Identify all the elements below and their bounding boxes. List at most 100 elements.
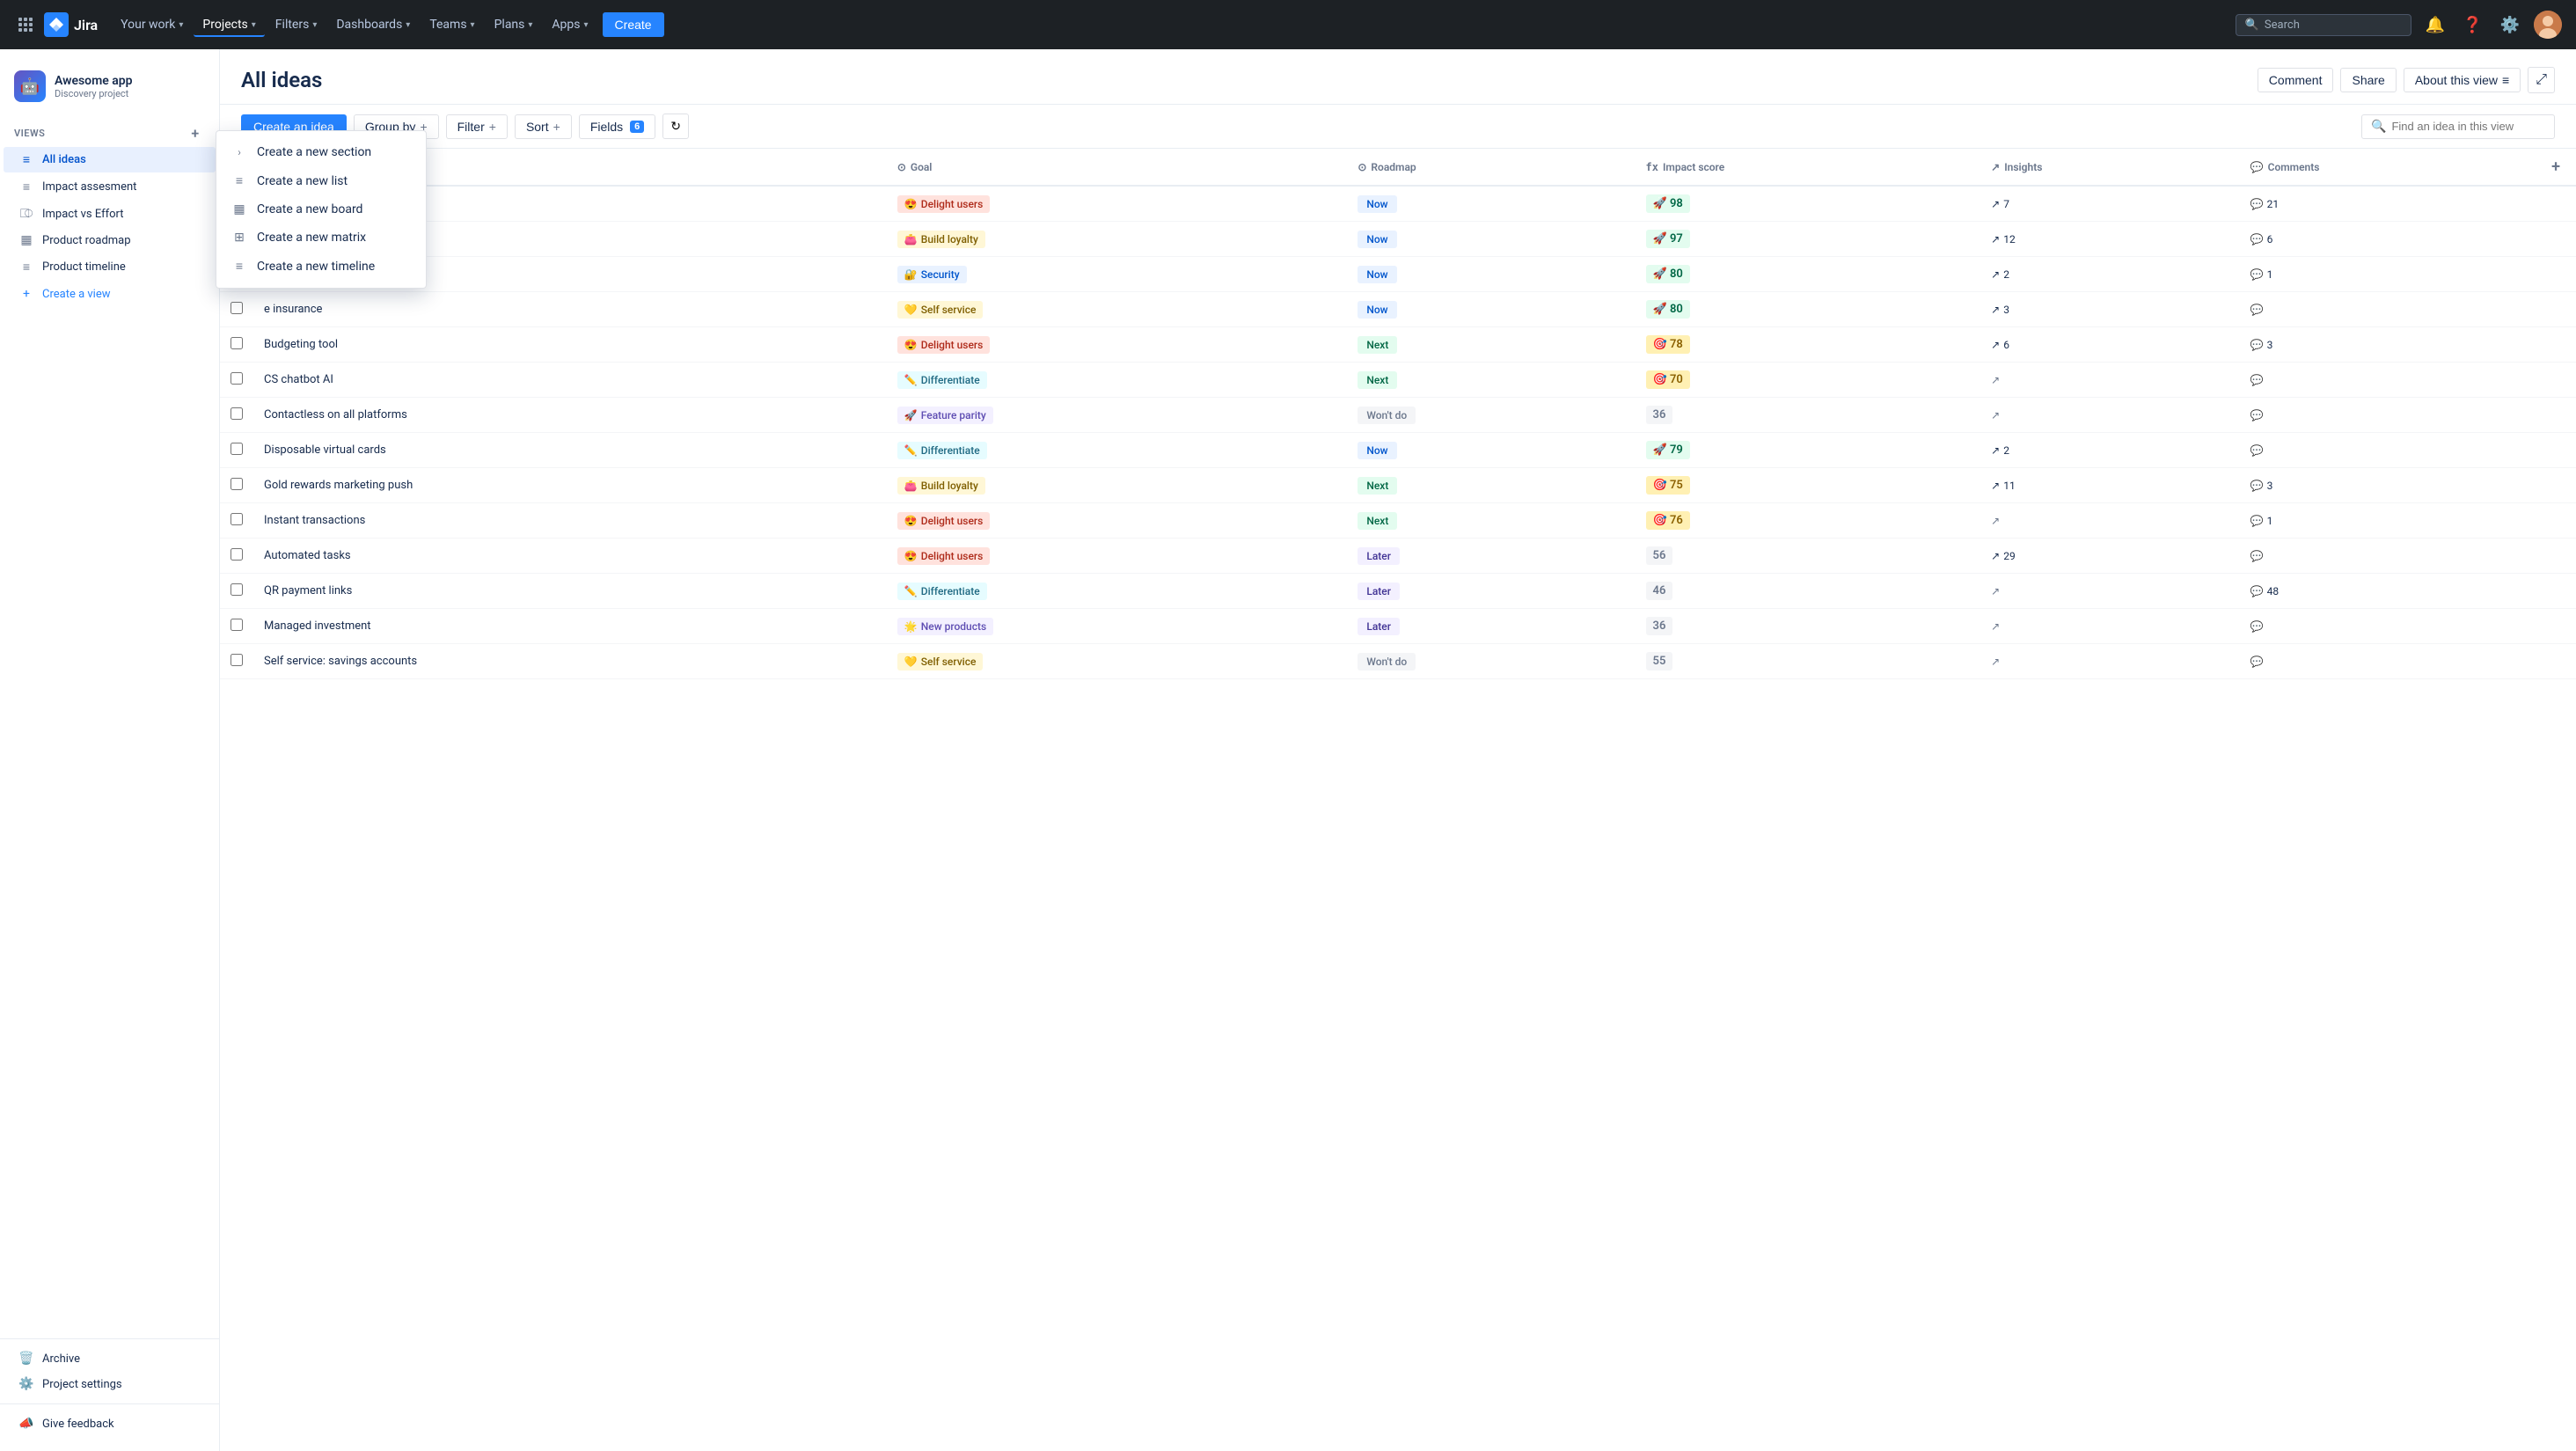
goal-badge[interactable]: ✏️ Differentiate	[897, 583, 987, 600]
row-idea[interactable]: Self service: savings accounts	[253, 644, 887, 679]
roadmap-badge[interactable]: Later	[1358, 547, 1400, 565]
fullscreen-button[interactable]: ⤢	[2528, 67, 2555, 93]
roadmap-badge[interactable]: Now	[1358, 231, 1396, 248]
comment-button[interactable]: Comment	[2258, 68, 2334, 92]
share-button[interactable]: Share	[2340, 68, 2396, 92]
sidebar-item-project-settings[interactable]: ⚙️ Project settings	[4, 1372, 216, 1396]
nav-dashboards[interactable]: Dashboards ▾	[327, 12, 419, 37]
sidebar-item-impact-effort[interactable]: ⎄ Impact vs Effort	[4, 202, 216, 226]
roadmap-badge[interactable]: Later	[1358, 618, 1400, 635]
app-grid-button[interactable]	[14, 13, 37, 36]
roadmap-badge[interactable]: Won't do	[1358, 653, 1416, 671]
roadmap-badge[interactable]: Next	[1358, 371, 1397, 389]
row-checkbox[interactable]	[231, 302, 243, 314]
impact-score-badge[interactable]: 36	[1646, 406, 1673, 424]
row-checkbox[interactable]	[231, 654, 243, 666]
row-idea[interactable]: Disposable virtual cards	[253, 433, 887, 468]
nav-your-work[interactable]: Your work ▾	[112, 12, 192, 37]
row-checkbox[interactable]	[231, 583, 243, 596]
user-avatar[interactable]	[2534, 11, 2562, 39]
row-checkbox[interactable]	[231, 407, 243, 420]
row-checkbox[interactable]	[231, 372, 243, 385]
roadmap-badge[interactable]: Next	[1358, 477, 1397, 495]
nav-apps[interactable]: Apps ▾	[543, 12, 596, 37]
roadmap-badge[interactable]: Now	[1358, 266, 1396, 283]
row-idea[interactable]: Contactless on all platforms	[253, 398, 887, 433]
goal-badge[interactable]: 😍 Delight users	[897, 195, 990, 213]
refresh-button[interactable]: ↻	[662, 114, 689, 139]
row-checkbox[interactable]	[231, 478, 243, 490]
about-view-button[interactable]: About this view ≡	[2404, 68, 2521, 92]
sidebar-item-product-timeline[interactable]: ≡ Product timeline	[4, 254, 216, 280]
goal-badge[interactable]: 👛 Build loyalty	[897, 477, 985, 495]
settings-icon[interactable]: ⚙️	[2497, 12, 2523, 38]
impact-score-badge[interactable]: 🚀 97	[1646, 230, 1690, 248]
fields-button[interactable]: Fields 6	[579, 114, 655, 139]
idea-search-input[interactable]	[2391, 120, 2545, 133]
roadmap-badge[interactable]: Now	[1358, 195, 1396, 213]
dropdown-item-section[interactable]: › Create a new section	[216, 138, 426, 166]
row-idea[interactable]: QR payment links	[253, 574, 887, 609]
roadmap-badge[interactable]: Next	[1358, 512, 1397, 530]
impact-score-badge[interactable]: 55	[1646, 652, 1673, 671]
row-idea[interactable]: Instant transactions	[253, 503, 887, 539]
goal-badge[interactable]: 👛 Build loyalty	[897, 231, 985, 248]
goal-badge[interactable]: ✏️ Differentiate	[897, 442, 987, 459]
row-checkbox[interactable]	[231, 337, 243, 349]
goal-badge[interactable]: 🔐 Security	[897, 266, 967, 283]
dropdown-item-list[interactable]: ≡ Create a new list	[216, 166, 426, 195]
jira-logo[interactable]: Jira	[44, 12, 98, 37]
add-column-icon[interactable]: +	[2546, 156, 2565, 178]
impact-score-badge[interactable]: 🚀 80	[1646, 300, 1690, 319]
sidebar-item-impact-assessment[interactable]: ≡ Impact assesment	[4, 174, 216, 200]
impact-score-badge[interactable]: 🎯 78	[1646, 335, 1690, 354]
sidebar-item-product-roadmap[interactable]: ▦ Product roadmap	[4, 228, 216, 253]
impact-score-badge[interactable]: 🚀 80	[1646, 265, 1690, 283]
row-checkbox[interactable]	[231, 443, 243, 455]
goal-badge[interactable]: 😍 Delight users	[897, 547, 990, 565]
row-checkbox[interactable]	[231, 513, 243, 525]
add-view-button[interactable]: +	[186, 123, 205, 143]
goal-badge[interactable]: 🚀 Feature parity	[897, 407, 993, 424]
goal-badge[interactable]: 🌟 New products	[897, 618, 993, 635]
create-button[interactable]: Create	[603, 12, 664, 37]
row-idea[interactable]: e insurance	[253, 292, 887, 327]
dropdown-item-board[interactable]: ▦ Create a new board	[216, 195, 426, 224]
roadmap-badge[interactable]: Now	[1358, 442, 1396, 459]
roadmap-badge[interactable]: Next	[1358, 336, 1397, 354]
sort-button[interactable]: Sort +	[515, 114, 572, 139]
idea-search-box[interactable]: 🔍	[2361, 114, 2555, 139]
nav-projects[interactable]: Projects ▾	[194, 12, 264, 37]
impact-score-badge[interactable]: 56	[1646, 546, 1673, 565]
help-icon[interactable]: ❓	[2459, 12, 2485, 38]
sidebar-item-archive[interactable]: 🗑️ Archive	[4, 1346, 216, 1371]
search-box[interactable]: 🔍 Search	[2236, 14, 2411, 36]
goal-badge[interactable]: 💛 Self service	[897, 301, 984, 319]
goal-badge[interactable]: ✏️ Differentiate	[897, 371, 987, 389]
row-checkbox[interactable]	[231, 619, 243, 631]
impact-score-badge[interactable]: 46	[1646, 582, 1673, 600]
header-add-column[interactable]: +	[2536, 149, 2576, 186]
sidebar-item-create-view[interactable]: + Create a view	[4, 282, 216, 306]
goal-badge[interactable]: 😍 Delight users	[897, 336, 990, 354]
notifications-icon[interactable]: 🔔	[2422, 12, 2448, 38]
nav-filters[interactable]: Filters ▾	[267, 12, 326, 37]
sidebar-item-all-ideas[interactable]: ≡ All ideas	[4, 147, 216, 172]
row-idea[interactable]: Gold rewards marketing push	[253, 468, 887, 503]
dropdown-item-timeline[interactable]: ≡ Create a new timeline	[216, 252, 426, 281]
roadmap-badge[interactable]: Now	[1358, 301, 1396, 319]
nav-teams[interactable]: Teams ▾	[421, 12, 483, 37]
impact-score-badge[interactable]: 🎯 75	[1646, 476, 1690, 495]
roadmap-badge[interactable]: Later	[1358, 583, 1400, 600]
impact-score-badge[interactable]: 🚀 98	[1646, 194, 1690, 213]
dropdown-item-matrix[interactable]: ⊞ Create a new matrix	[216, 224, 426, 252]
impact-score-badge[interactable]: 🚀 79	[1646, 441, 1690, 459]
filter-button[interactable]: Filter +	[446, 114, 508, 139]
row-idea[interactable]: Budgeting tool	[253, 327, 887, 363]
sidebar-item-feedback[interactable]: 📣 Give feedback	[4, 1411, 216, 1436]
nav-plans[interactable]: Plans ▾	[486, 12, 542, 37]
impact-score-badge[interactable]: 36	[1646, 617, 1673, 635]
row-idea[interactable]: Automated tasks	[253, 539, 887, 574]
impact-score-badge[interactable]: 🎯 70	[1646, 370, 1690, 389]
goal-badge[interactable]: 😍 Delight users	[897, 512, 990, 530]
